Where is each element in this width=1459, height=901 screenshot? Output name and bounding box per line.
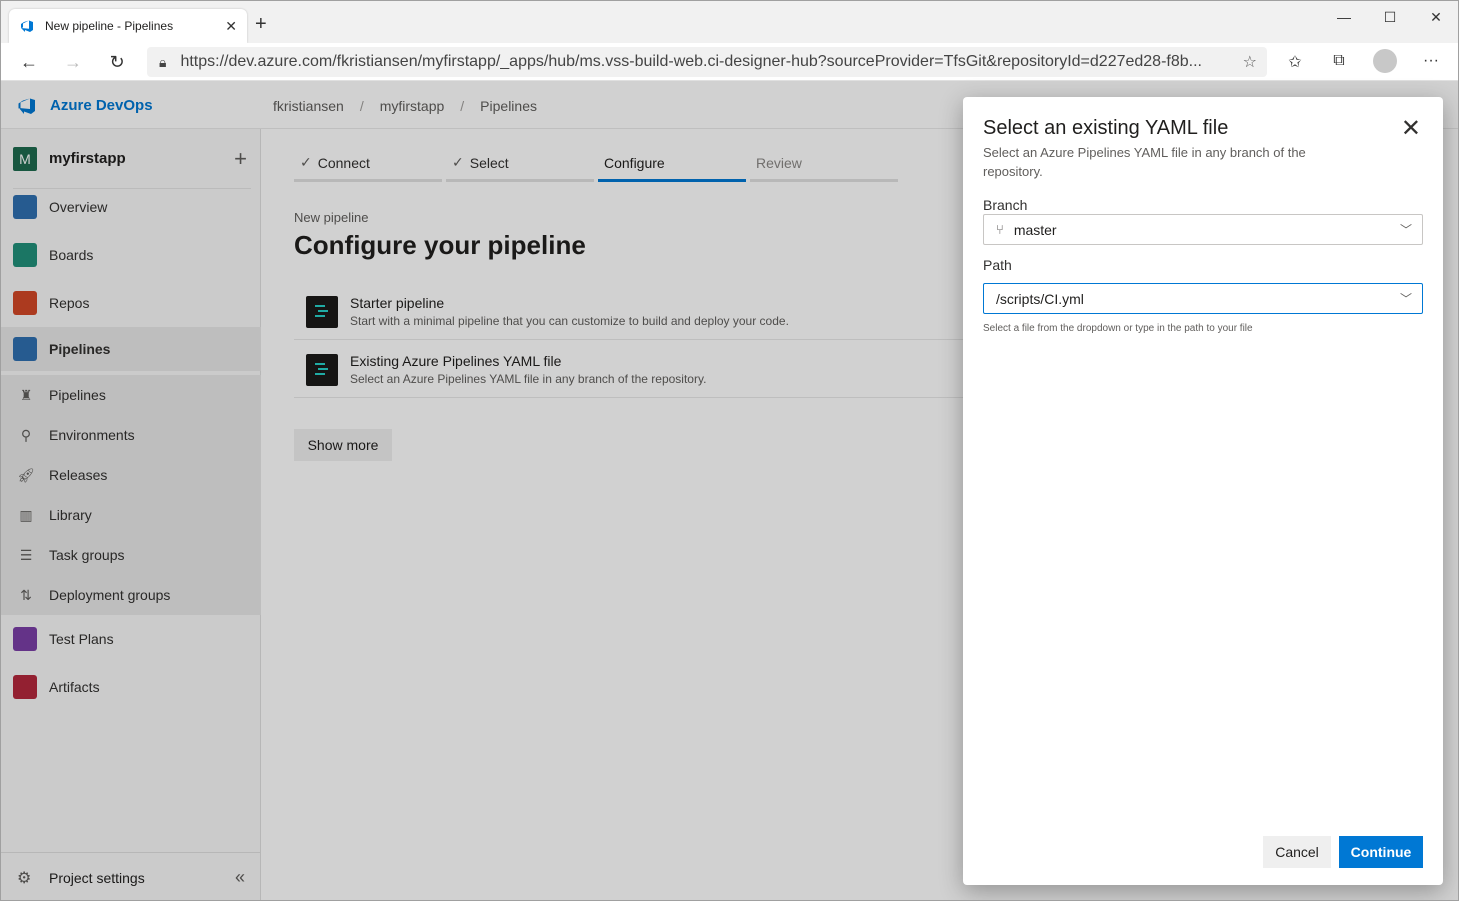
minimize-icon[interactable]: — (1321, 7, 1367, 27)
refresh-icon[interactable]: ↻ (105, 51, 129, 73)
branch-label: Branch (983, 197, 1028, 213)
path-value: /scripts/CI.yml (996, 290, 1084, 307)
dialog-title: Select an existing YAML file (983, 117, 1229, 139)
lock-icon: 🔒︎ (159, 53, 167, 70)
chevron-down-icon: ﹀ (1399, 292, 1412, 306)
cancel-button[interactable]: Cancel (1263, 836, 1331, 868)
maximize-icon[interactable]: ☐ (1367, 7, 1413, 27)
close-icon[interactable]: ✕ (1401, 117, 1421, 141)
tab-close-icon[interactable]: ✕ (225, 18, 237, 35)
forward-icon[interactable]: → (61, 51, 85, 73)
back-icon[interactable]: ← (17, 51, 41, 73)
branch-value: master (1013, 221, 1057, 238)
collections-icon[interactable]: ⧉ (1327, 52, 1351, 70)
select-yaml-dialog: Select an existing YAML file ✕ Select an… (963, 97, 1443, 885)
profile-avatar[interactable] (1373, 49, 1397, 73)
continue-button[interactable]: Continue (1339, 836, 1423, 868)
branch-dropdown[interactable]: ⑂ master ﹀ (983, 214, 1423, 245)
url-field[interactable]: 🔒︎ https://dev.azure.com/fkristiansen/my… (147, 47, 1267, 77)
path-hint: Select a file from the dropdown or type … (983, 323, 1253, 334)
chevron-down-icon: ﹀ (1399, 223, 1412, 237)
azure-devops-favicon-icon (21, 20, 33, 32)
path-label: Path (983, 257, 1012, 273)
tab-title: New pipeline - Pipelines (45, 19, 174, 33)
path-combobox[interactable]: /scripts/CI.yml ﹀ (983, 283, 1423, 314)
favorites-icon[interactable]: ✩ (1283, 52, 1307, 72)
address-bar: ← → ↻ 🔒︎ https://dev.azure.com/fkristian… (1, 43, 1458, 81)
favorite-star-icon[interactable]: ☆ (1243, 52, 1257, 72)
tab-strip: New pipeline - Pipelines ✕ + — ☐ ✕ (1, 1, 1458, 43)
browser-tab[interactable]: New pipeline - Pipelines ✕ (9, 9, 247, 43)
window-close-icon[interactable]: ✕ (1413, 7, 1458, 27)
new-tab-icon[interactable]: + (255, 13, 267, 35)
browser-window: New pipeline - Pipelines ✕ + — ☐ ✕ ← → ↻… (0, 0, 1459, 901)
url-text: https://dev.azure.com/fkristiansen/myfir… (180, 53, 1202, 70)
git-branch-icon: ⑂ (996, 222, 1004, 237)
more-icon[interactable]: ··· (1419, 52, 1443, 70)
dialog-subtitle: Select an Azure Pipelines YAML file in a… (983, 145, 1306, 179)
